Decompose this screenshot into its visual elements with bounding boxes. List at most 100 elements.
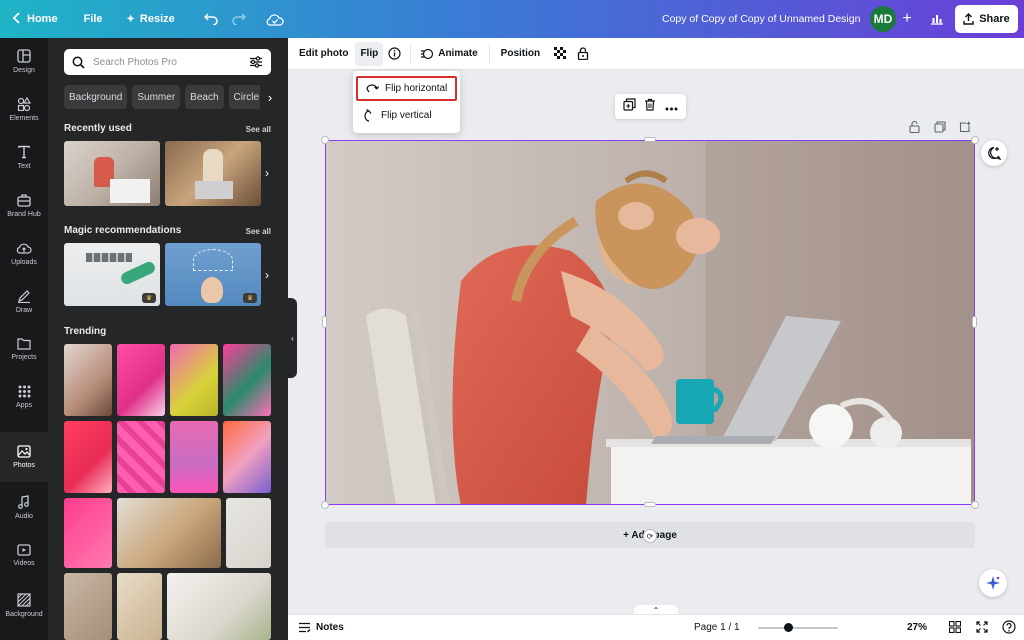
see-all-recent-link[interactable]: See all (246, 125, 271, 134)
zoom-slider-thumb[interactable] (784, 623, 794, 632)
rail-label: Brand Hub (7, 210, 41, 218)
resize-handle-top[interactable] (644, 137, 656, 142)
add-collaborator-button[interactable]: + (896, 8, 918, 30)
resize-button[interactable]: ✦ Resize (113, 0, 185, 38)
zoom-level[interactable]: 27% (907, 622, 927, 633)
search-input[interactable]: Search Photos Pro (93, 57, 241, 68)
trending-photo-4[interactable] (223, 344, 271, 416)
trending-photo-13[interactable] (117, 573, 162, 640)
recent-photo-2[interactable] (165, 141, 261, 206)
rail-label: Design (13, 66, 35, 74)
resize-handle-left[interactable] (322, 316, 327, 328)
see-all-magic-link[interactable]: See all (246, 227, 271, 236)
home-button[interactable]: Home (0, 0, 68, 38)
rotate-handle[interactable]: ⟳ (643, 529, 657, 543)
edit-photo-button[interactable]: Edit photo (294, 42, 353, 66)
lock-open-icon[interactable] (909, 121, 920, 133)
trending-photo-11[interactable] (226, 498, 271, 568)
rail-item-background[interactable]: Background (0, 582, 48, 628)
flip-vertical-label: Flip vertical (381, 110, 432, 121)
avatar[interactable]: MD (870, 6, 896, 32)
recent-scroll-right[interactable]: › (260, 160, 274, 186)
chip-circle[interactable]: Circle (228, 85, 265, 109)
trending-photo-2[interactable] (117, 344, 165, 416)
search-box[interactable]: Search Photos Pro (64, 49, 271, 75)
design-title[interactable]: Copy of Copy of Copy of Unnamed Design (662, 0, 860, 38)
trending-photo-9[interactable] (64, 498, 112, 568)
page-indicator[interactable]: Page 1 / 1 (694, 622, 740, 633)
rail-label: Draw (15, 306, 33, 314)
rail-item-text[interactable]: Text (0, 134, 48, 180)
rail-label: Elements (9, 114, 39, 122)
resize-handle-bottom-right[interactable] (971, 501, 979, 509)
resize-handle-top-left[interactable] (321, 136, 329, 144)
trending-photo-6[interactable] (117, 421, 165, 493)
resize-handle-right[interactable] (972, 316, 977, 328)
rail-item-projects[interactable]: Projects (0, 326, 48, 372)
grid-icon (18, 385, 30, 398)
more-options-button[interactable] (665, 98, 678, 116)
duplicate-page-icon[interactable] (933, 121, 946, 133)
info-button[interactable] (383, 42, 406, 66)
resize-handle-top-right[interactable] (971, 136, 979, 144)
chip-beach[interactable]: Beach (185, 85, 224, 109)
rail-item-videos[interactable]: Videos (0, 532, 48, 578)
add-page-icon[interactable] (959, 121, 971, 133)
chips-scroll-right[interactable]: › (260, 85, 280, 109)
animate-button[interactable]: Animate (415, 42, 482, 66)
redo-button[interactable] (225, 0, 253, 38)
trending-photo-7[interactable] (170, 421, 218, 493)
duplicate-button[interactable] (623, 97, 636, 116)
trending-photo-5[interactable] (64, 421, 112, 493)
trending-photo-8[interactable] (223, 421, 271, 493)
trending-photo-3[interactable] (170, 344, 218, 416)
zoom-slider[interactable] (758, 623, 838, 632)
magic-photo-2[interactable]: ♛ (165, 243, 261, 306)
search-icon (72, 56, 85, 69)
magic-scroll-right[interactable]: › (260, 262, 274, 288)
delete-button[interactable] (644, 98, 656, 116)
notes-button[interactable]: Notes (298, 622, 344, 633)
rail-item-uploads[interactable]: Uploads (0, 230, 48, 276)
recent-photo-1[interactable] (64, 141, 160, 206)
flip-vertical-option[interactable]: Flip vertical (356, 103, 457, 128)
magic-assistant-button[interactable] (979, 569, 1007, 597)
magic-photo-1[interactable]: ♛ (64, 243, 160, 306)
rail-item-photos[interactable]: Photos (0, 432, 48, 482)
chevron-left-icon: ‹ (291, 333, 294, 343)
rail-item-apps[interactable]: Apps (0, 374, 48, 420)
help-button[interactable] (1002, 620, 1016, 637)
rail-item-elements[interactable]: Elements (0, 86, 48, 132)
chip-background[interactable]: Background (64, 85, 128, 109)
file-menu-button[interactable]: File (68, 0, 113, 38)
chip-summer[interactable]: Summer (132, 85, 181, 109)
video-icon (17, 543, 31, 556)
flip-button[interactable]: Flip (355, 41, 384, 66)
filter-icon[interactable] (249, 56, 263, 68)
transparency-button[interactable] (549, 42, 572, 66)
fullscreen-button[interactable] (976, 621, 988, 636)
rail-item-brand-hub[interactable]: Brand Hub (0, 182, 48, 228)
collapse-panel-button[interactable]: ‹ (288, 298, 297, 378)
flip-horizontal-option[interactable]: Flip horizontal (356, 76, 457, 101)
trending-photo-1[interactable] (64, 344, 112, 416)
grid-view-button[interactable] (948, 620, 962, 636)
rail-item-draw[interactable]: Draw (0, 278, 48, 324)
rail-label: Uploads (11, 258, 37, 266)
add-comment-button[interactable] (981, 140, 1007, 166)
trending-photo-10[interactable] (117, 498, 221, 568)
selected-photo[interactable] (325, 140, 975, 505)
position-button[interactable]: Position (496, 42, 545, 66)
trending-photo-14[interactable] (167, 573, 271, 640)
share-button[interactable]: Share (955, 5, 1018, 33)
undo-button[interactable] (197, 0, 225, 38)
cloud-save-button[interactable] (261, 0, 289, 38)
rail-label: Background (5, 610, 43, 618)
resize-handle-bottom-left[interactable] (321, 501, 329, 509)
trending-photo-12[interactable] (64, 573, 112, 640)
insights-button[interactable] (925, 6, 949, 32)
resize-handle-bottom[interactable] (644, 502, 656, 507)
lock-button[interactable] (572, 42, 594, 66)
rail-item-design[interactable]: Design (0, 38, 48, 84)
rail-item-audio[interactable]: Audio (0, 484, 48, 530)
